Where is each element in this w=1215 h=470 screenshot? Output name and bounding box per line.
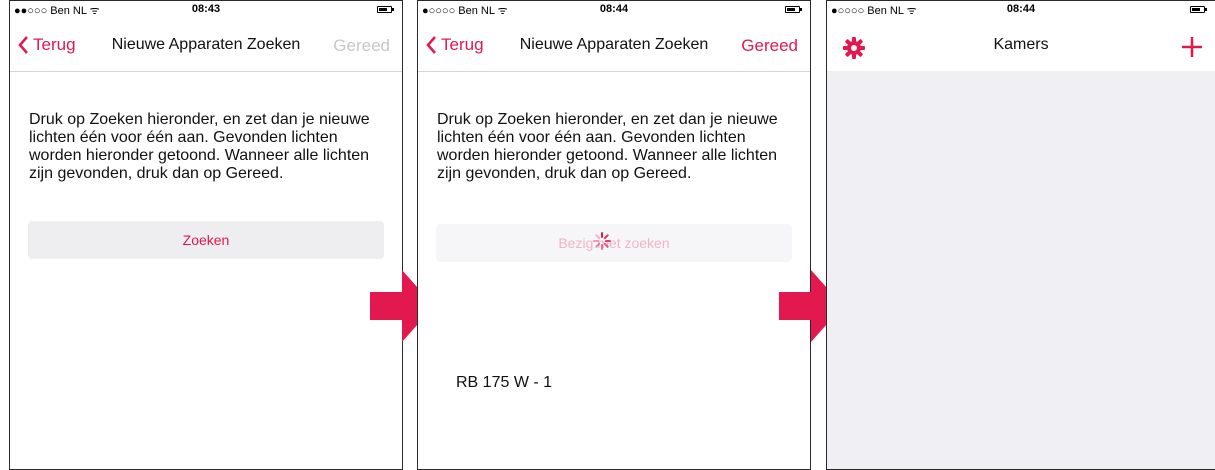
- done-button[interactable]: Gereed: [741, 36, 798, 56]
- found-device-item[interactable]: RB 175 W - 1: [456, 374, 552, 392]
- screen-search-in-progress: ●○○○○ Ben NL ᯤ 08:44 Terug Nieuwe Appara…: [417, 0, 811, 470]
- searching-button: Bezig met zoeken: [436, 224, 792, 262]
- navigation-bar: Terug Nieuwe Apparaten Zoeken Gereed: [418, 19, 810, 72]
- clock: 08:44: [599, 3, 629, 15]
- done-button[interactable]: Gereed: [333, 36, 390, 56]
- page-title: Kamers: [993, 36, 1049, 53]
- rooms-list-empty: [827, 71, 1215, 469]
- clock: 08:43: [191, 3, 221, 15]
- status-bar: ●○○○○ Ben NL ᯤ 08:44: [827, 1, 1215, 19]
- instructions-text: Druk op Zoeken hieronder, en zet dan je …: [29, 111, 370, 182]
- battery-icon: [1190, 6, 1207, 13]
- instructions-text: Druk op Zoeken hieronder, en zet dan je …: [437, 111, 778, 182]
- clock: 08:44: [1006, 3, 1036, 15]
- navigation-bar: Terug Nieuwe Apparaten Zoeken Gereed: [10, 19, 402, 72]
- status-bar: ●●○○○ Ben NL ᯤ 08:43: [10, 1, 402, 19]
- screen-rooms: ●○○○○ Ben NL ᯤ 08:44 Kamers: [826, 0, 1215, 470]
- status-bar: ●○○○○ Ben NL ᯤ 08:44: [418, 1, 810, 19]
- battery-icon: [785, 6, 802, 13]
- search-button[interactable]: Zoeken: [28, 221, 384, 259]
- loading-spinner-icon: [593, 232, 611, 250]
- battery-icon: [377, 6, 394, 13]
- navigation-bar: Kamers: [827, 19, 1215, 72]
- screen-search-initial: ●●○○○ Ben NL ᯤ 08:43 Terug Nieuwe Appara…: [9, 0, 403, 470]
- plus-icon[interactable]: [1181, 36, 1203, 58]
